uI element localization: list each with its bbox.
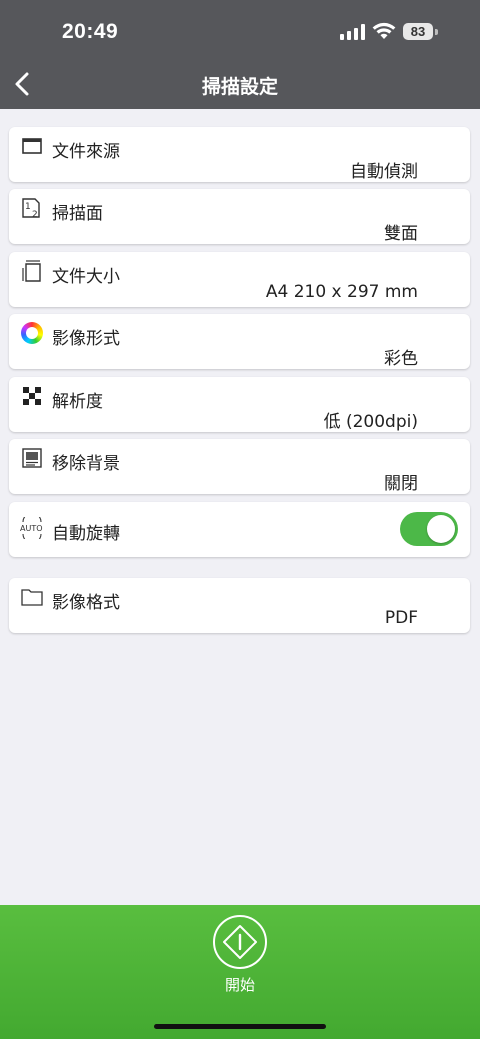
header-bar: 20:49 83 掃描設定: [0, 0, 480, 109]
setting-value: 低 (200dpi): [323, 412, 418, 432]
svg-text:1: 1: [25, 202, 31, 212]
auto-rotate-icon: AUTO: [20, 517, 43, 539]
setting-value: 自動偵測: [350, 162, 418, 182]
setting-label: 文件來源: [52, 142, 120, 162]
setting-label: 影像格式: [52, 593, 120, 613]
start-button[interactable]: [213, 915, 267, 969]
battery-tip: [435, 29, 438, 35]
footer-bar: 開始: [0, 905, 480, 1039]
setting-resolution[interactable]: 解析度 低 (200dpi): [9, 377, 470, 432]
setting-auto-rotate[interactable]: AUTO 自動旋轉: [9, 502, 470, 557]
wifi-icon: [372, 22, 396, 39]
setting-value: 彩色: [384, 349, 418, 369]
setting-value: PDF: [384, 608, 418, 628]
start-diamond-icon: [223, 925, 257, 959]
setting-color-mode[interactable]: 影像形式 彩色: [9, 314, 470, 369]
setting-image-format[interactable]: 影像格式 PDF: [9, 578, 470, 633]
setting-document-source[interactable]: 文件來源 自動偵測: [9, 127, 470, 182]
setting-label: 解析度: [52, 392, 103, 412]
status-time: 20:49: [62, 20, 119, 43]
setting-label: 影像形式: [52, 329, 120, 349]
folder-icon: [21, 589, 43, 606]
setting-value: 關閉: [384, 474, 418, 494]
page-size-icon: [22, 260, 41, 282]
setting-value: A4 210 x 297 mm: [265, 282, 418, 302]
color-wheel-icon: [21, 322, 43, 344]
battery-icon: 83: [403, 23, 433, 40]
page-title: 掃描設定: [201, 76, 278, 98]
setting-label: 移除背景: [52, 454, 120, 474]
setting-label: 掃描面: [52, 204, 103, 224]
svg-text:2: 2: [32, 210, 38, 219]
background-image-icon: [22, 448, 42, 468]
duplex-icon: 1 2: [22, 198, 40, 219]
setting-document-size[interactable]: 文件大小 A4 210 x 297 mm: [9, 252, 470, 307]
setting-value: 雙面: [384, 224, 418, 244]
start-label: 開始: [224, 976, 255, 994]
toggle-knob: [427, 515, 455, 543]
setting-remove-background[interactable]: 移除背景 關閉: [9, 439, 470, 494]
setting-scan-side[interactable]: 1 2 掃描面 雙面: [9, 189, 470, 244]
setting-label: 文件大小: [52, 267, 120, 287]
document-feeder-icon: [22, 138, 42, 154]
setting-label: 自動旋轉: [52, 524, 120, 544]
svg-text:AUTO: AUTO: [20, 524, 43, 533]
home-indicator[interactable]: [154, 1024, 326, 1029]
cellular-signal-icon: [340, 24, 365, 40]
auto-rotate-toggle[interactable]: [400, 512, 458, 546]
resolution-checker-icon: [23, 387, 41, 405]
